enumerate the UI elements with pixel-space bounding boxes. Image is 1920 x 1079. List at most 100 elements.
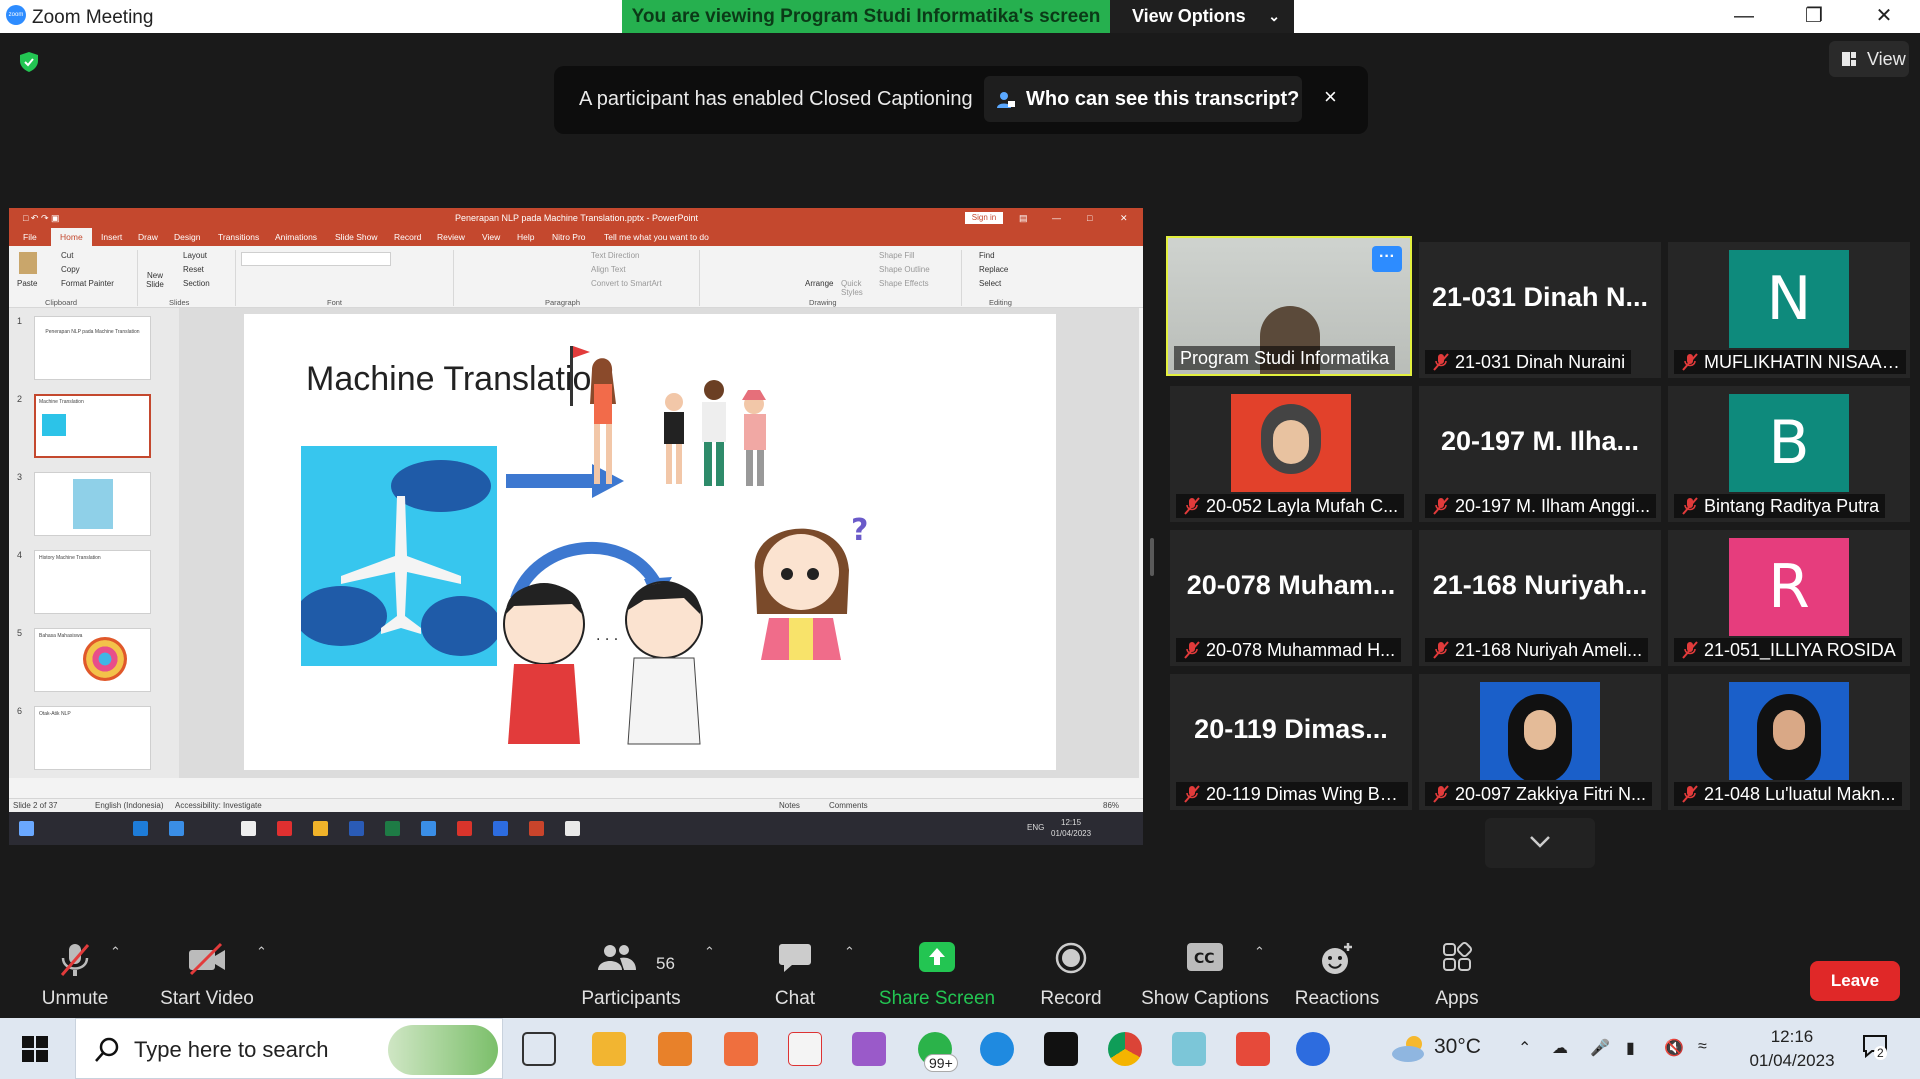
participant-tile[interactable]: 20-052 Layla Mufah C... (1170, 386, 1412, 522)
notification-center-icon[interactable]: 2 (1862, 1034, 1888, 1061)
slide-thumbnail[interactable] (34, 472, 151, 536)
who-can-see-transcript-button[interactable]: Who can see this transcript? (984, 76, 1302, 122)
slide-thumbnail[interactable]: History Machine Translation (34, 550, 151, 614)
participant-tile[interactable]: 21-031 Dinah N... 21-031 Dinah Nuraini (1419, 242, 1661, 378)
tab-help[interactable]: Help (517, 232, 534, 242)
split-view-drag-handle[interactable] (1150, 538, 1154, 576)
participants-options-caret[interactable]: ⌃ (704, 944, 715, 960)
chat-options-caret[interactable]: ⌃ (844, 944, 855, 960)
video-options-caret[interactable]: ⌃ (256, 944, 267, 960)
new-slide-button[interactable]: New Slide (143, 271, 167, 289)
snipping-tool-icon[interactable] (788, 1032, 822, 1066)
gallery-next-page-button[interactable] (1485, 818, 1595, 868)
tell-me-search[interactable]: Tell me what you want to do (604, 232, 709, 242)
find-button[interactable]: Find (979, 251, 995, 260)
sign-in-button[interactable]: Sign in (965, 212, 1003, 224)
slide-thumbnail[interactable]: Bahasa Mahasiswa (34, 628, 151, 692)
security-shield-icon[interactable] (18, 51, 40, 73)
participants-button[interactable]: 56 ⌃ Participants (556, 918, 715, 1018)
comments-button[interactable]: Comments (829, 801, 868, 810)
record-button[interactable]: Record (996, 918, 1146, 1018)
reset-button[interactable]: Reset (183, 265, 204, 274)
copy-button[interactable]: Copy (61, 265, 80, 274)
wifi-icon[interactable]: ≈ (1698, 1038, 1707, 1056)
participant-tile[interactable]: 21-168 Nuriyah... 21-168 Nuriyah Ameli..… (1419, 530, 1661, 666)
view-layout-button[interactable]: View (1829, 41, 1909, 77)
windows-start-icon[interactable] (22, 1036, 48, 1062)
shape-effects-button[interactable]: Shape Effects (879, 279, 929, 288)
format-painter-button[interactable]: Format Painter (61, 279, 114, 288)
sublime-text-icon[interactable] (658, 1032, 692, 1066)
paint-3d-icon[interactable] (852, 1032, 886, 1066)
participant-tile[interactable]: 20-078 Muham... 20-078 Muhammad H... (1170, 530, 1412, 666)
notepad-icon[interactable] (1172, 1032, 1206, 1066)
participant-tile[interactable]: R 21-051_ILLIYA ROSIDA (1668, 530, 1910, 666)
tab-design[interactable]: Design (174, 232, 200, 242)
zoom-taskbar-icon[interactable] (1296, 1032, 1330, 1066)
tab-view[interactable]: View (482, 232, 500, 242)
taskbar-search-box[interactable]: Type here to search (75, 1018, 503, 1079)
view-options-button[interactable]: View Options ⌄ (1110, 0, 1294, 33)
participant-tile[interactable]: B Bintang Raditya Putra (1668, 386, 1910, 522)
restore-button[interactable]: ❐ (1784, 0, 1844, 33)
notes-button[interactable]: Notes (779, 801, 800, 810)
chrome-icon[interactable] (1108, 1032, 1142, 1066)
close-button[interactable]: ✕ (1854, 0, 1914, 33)
participant-tile-active-speaker[interactable]: ··· Program Studi Informatika (1166, 236, 1412, 376)
participant-tile[interactable]: 20-197 M. Ilha... 20-197 M. Ilham Anggi.… (1419, 386, 1661, 522)
accessibility-status[interactable]: Accessibility: Investigate (175, 801, 262, 810)
tab-transitions[interactable]: Transitions (218, 232, 259, 242)
audio-options-caret[interactable]: ⌃ (110, 944, 121, 960)
paste-button[interactable]: Paste (17, 279, 37, 288)
task-view-icon[interactable] (522, 1032, 556, 1066)
show-captions-button[interactable]: CC ⌃ Show Captions (1130, 918, 1280, 1018)
unmute-button[interactable]: ⌃ Unmute (0, 918, 150, 1018)
layout-button[interactable]: Layout (183, 251, 207, 260)
shape-fill-button[interactable]: Shape Fill (879, 251, 915, 260)
tab-home[interactable]: Home (51, 228, 92, 246)
zoom-level[interactable]: 86% (1103, 801, 1119, 810)
terminal-icon[interactable] (1044, 1032, 1078, 1066)
participant-tile[interactable]: 21-048 Lu'luatul Makn... (1668, 674, 1910, 810)
tab-review[interactable]: Review (437, 232, 465, 242)
arrange-button[interactable]: Arrange (805, 279, 833, 288)
cut-button[interactable]: Cut (61, 251, 73, 260)
quick-styles-button[interactable]: Quick Styles (841, 279, 867, 297)
tab-draw[interactable]: Draw (138, 232, 158, 242)
participant-tile[interactable]: N MUFLIKHATIN NISAAD... (1668, 242, 1910, 378)
microphone-icon[interactable]: 🎤 (1590, 1038, 1610, 1058)
tab-file[interactable]: File (23, 232, 37, 242)
tab-nitro-pro[interactable]: Nitro Pro (552, 232, 586, 242)
replace-button[interactable]: Replace (979, 265, 1008, 274)
participant-tile[interactable]: 20-097 Zakkiya Fitri N... (1419, 674, 1661, 810)
font-name-box[interactable] (241, 252, 391, 266)
file-explorer-icon[interactable] (592, 1032, 626, 1066)
weather-temperature[interactable]: 30°C (1434, 1035, 1481, 1059)
apps-button[interactable]: Apps (1382, 918, 1532, 1018)
git-icon[interactable] (1236, 1032, 1270, 1066)
xampp-icon[interactable] (724, 1032, 758, 1066)
align-text-button[interactable]: Align Text (591, 265, 626, 274)
tab-record[interactable]: Record (394, 232, 421, 242)
edge-icon[interactable] (980, 1032, 1014, 1066)
current-slide[interactable]: Machine Translation · · · ? (244, 314, 1056, 770)
select-button[interactable]: Select (979, 279, 1001, 288)
taskbar-clock[interactable]: 12:16 01/04/2023 (1737, 1025, 1847, 1073)
section-button[interactable]: Section (183, 279, 210, 288)
convert-smartart-button[interactable]: Convert to SmartArt (591, 279, 662, 288)
more-options-icon[interactable]: ··· (1372, 246, 1402, 272)
tab-slide-show[interactable]: Slide Show (335, 232, 378, 242)
slide-thumbnail[interactable]: Penerapan NLP pada Machine Translation (34, 316, 151, 380)
tab-insert[interactable]: Insert (101, 232, 122, 242)
tab-animations[interactable]: Animations (275, 232, 317, 242)
onedrive-icon[interactable]: ☁ (1552, 1038, 1568, 1058)
chat-button[interactable]: ⌃ Chat (720, 918, 870, 1018)
minimize-button[interactable]: — (1714, 0, 1774, 33)
battery-icon[interactable]: ▮ (1626, 1038, 1635, 1058)
close-icon[interactable]: × (1324, 84, 1337, 110)
slide-thumbnail[interactable]: Otak-Atik NLP (34, 706, 151, 770)
participant-tile[interactable]: 20-119 Dimas... 20-119 Dimas Wing Ba... (1170, 674, 1412, 810)
volume-muted-icon[interactable]: 🔇 (1664, 1038, 1684, 1058)
leave-meeting-button[interactable]: Leave (1810, 961, 1900, 1001)
slide-thumbnail-selected[interactable]: Machine Translation (34, 394, 151, 458)
